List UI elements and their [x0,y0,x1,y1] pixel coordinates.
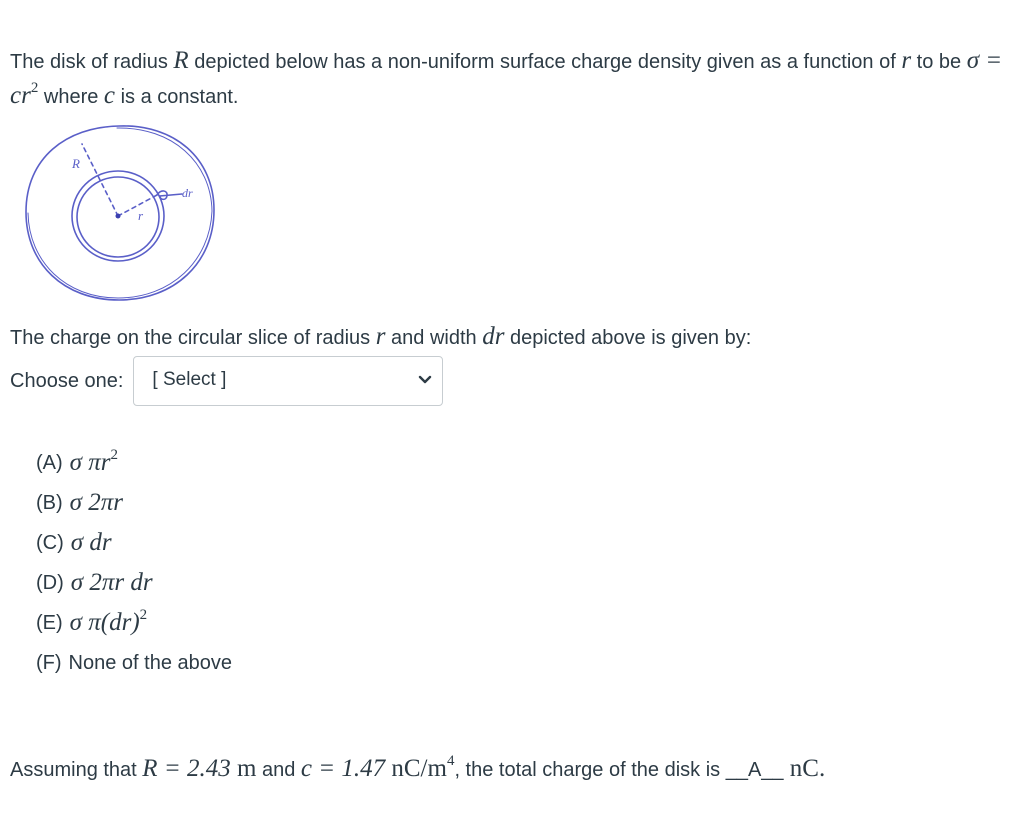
final-question: Assuming that R = 2.43 m and c = 1.47 nC… [10,752,825,787]
answer-select[interactable]: [ Select ] [133,356,444,406]
expr-exponent: 2 [139,607,148,623]
unit-c: nC/m4 [385,754,454,783]
unit-m: m [230,755,257,782]
option-letter: (B) [36,491,63,514]
var-c: c [103,82,116,109]
option-letter: (F) [36,651,62,674]
expr-base: σ π(dr) [69,609,140,636]
expr-exponent: 2 [110,447,119,463]
answer-blank: __A__ [725,759,784,781]
intro-text: to be [911,51,967,73]
option-d: (D) σ 2πr dr [36,563,232,603]
option-b: (B) σ 2πr [36,483,232,523]
dr-pointer [156,190,183,201]
intro-text: depicted below has a non-uniform surface… [188,51,902,73]
option-list: (A) σ πr2 (B) σ 2πr (C) σ dr (D) σ 2πr d… [36,443,232,683]
option-text: None of the above [68,651,233,674]
chevron-down-icon [419,375,432,384]
disk-diagram: R r dr [25,125,215,301]
choose-row: Choose one: [ Select ] [10,355,444,407]
disk-center-dot [115,213,121,219]
final-text: Assuming that [10,759,143,781]
problem-intro: The disk of radius R depicted below has … [10,44,1020,114]
select-value: [ Select ] [152,369,227,390]
unit-nC: nC. [783,755,826,782]
option-f: (F) None of the above [36,643,232,683]
radius-R-line [81,143,119,217]
var-r: r [901,47,912,74]
question-text-part: and width [385,327,483,349]
eq-c: c = 1.47 [300,755,386,782]
intro-text: where [38,86,104,108]
label-r: r [138,208,144,223]
var-R: R [173,47,189,74]
option-expression: σ dr [70,529,112,556]
question-text: The charge on the circular slice of radi… [10,322,751,353]
option-letter: (E) [36,611,63,634]
question-text-part: The charge on the circular slice of radi… [10,327,376,349]
label-R: R [71,156,80,171]
option-letter: (A) [36,451,63,474]
option-expression: σ π(dr)2 [69,607,148,637]
intro-text: is a constant. [115,86,239,108]
expr-base: σ πr [69,449,111,476]
intro-text: The disk of radius [10,51,174,73]
option-expression: σ πr2 [69,447,119,477]
var-r: r [375,323,386,350]
option-c: (C) σ dr [36,523,232,563]
choose-label: Choose one: [10,369,124,392]
final-text: , the total charge of the disk is [454,759,726,781]
label-dr: dr [182,186,193,200]
option-expression: σ 2πr [69,489,124,516]
option-a: (A) σ πr2 [36,443,232,483]
option-letter: (D) [36,571,64,594]
unit-c-base: nC/m [385,755,447,782]
outer-disk-circle-stroke2 [27,127,213,299]
var-dr: dr [482,323,505,350]
question-text-part: depicted above is given by: [504,327,752,349]
option-expression: σ 2πr dr [70,569,153,596]
option-letter: (C) [36,531,64,554]
final-text: and [256,759,301,781]
eq-R: R = 2.43 [142,755,231,782]
option-e: (E) σ π(dr)2 [36,603,232,643]
